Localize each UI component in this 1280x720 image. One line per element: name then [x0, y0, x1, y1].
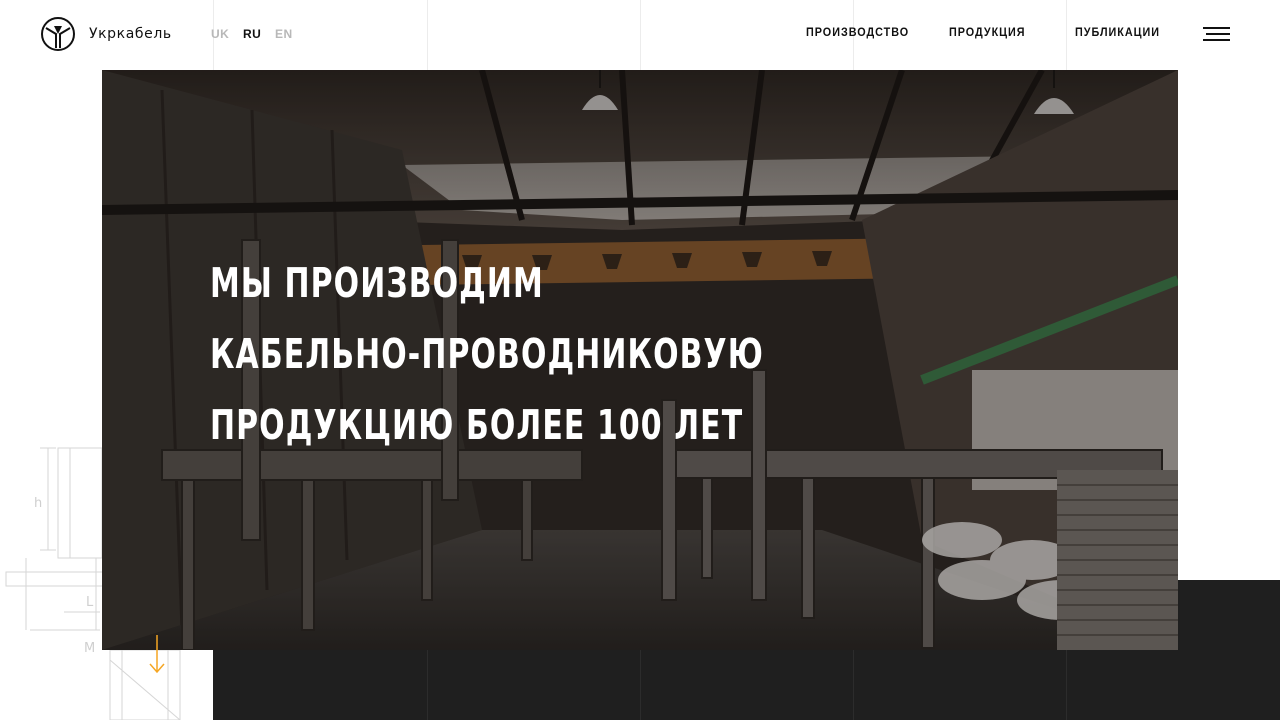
blueprint-label-h: h: [34, 496, 42, 511]
blueprint-label-m: M: [84, 641, 95, 656]
lang-en[interactable]: EN: [275, 27, 293, 41]
hero-title-line-2: КАБЕЛЬНО-ПРОВОДНИКОВУЮ: [210, 330, 764, 378]
hero-title-line-3: ПРОДУКЦИЮ БОЛЕЕ 100 ЛЕТ: [210, 401, 744, 449]
hero-banner: МЫ ПРОИЗВОДИМ КАБЕЛЬНО-ПРОВОДНИКОВУЮ ПРО…: [102, 70, 1178, 650]
nav-products[interactable]: ПРОДУКЦИЯ: [949, 25, 1026, 39]
hamburger-menu-icon[interactable]: [1203, 26, 1230, 43]
blueprint-label-l: L: [86, 595, 94, 610]
hero-title: МЫ ПРОИЗВОДИМ КАБЕЛЬНО-ПРОВОДНИКОВУЮ ПРО…: [210, 248, 764, 461]
logo-icon[interactable]: [40, 16, 76, 52]
lang-uk[interactable]: UK: [211, 27, 229, 41]
nav-publications[interactable]: ПУБЛИКАЦИИ: [1075, 25, 1160, 39]
brand-name[interactable]: Укркабель: [89, 26, 172, 42]
lang-ru[interactable]: RU: [243, 27, 261, 41]
nav-production[interactable]: ПРОИЗВОДСТВО: [806, 25, 909, 39]
hero-title-line-1: МЫ ПРОИЗВОДИМ: [210, 259, 544, 307]
arrow-down-icon[interactable]: [148, 635, 166, 675]
